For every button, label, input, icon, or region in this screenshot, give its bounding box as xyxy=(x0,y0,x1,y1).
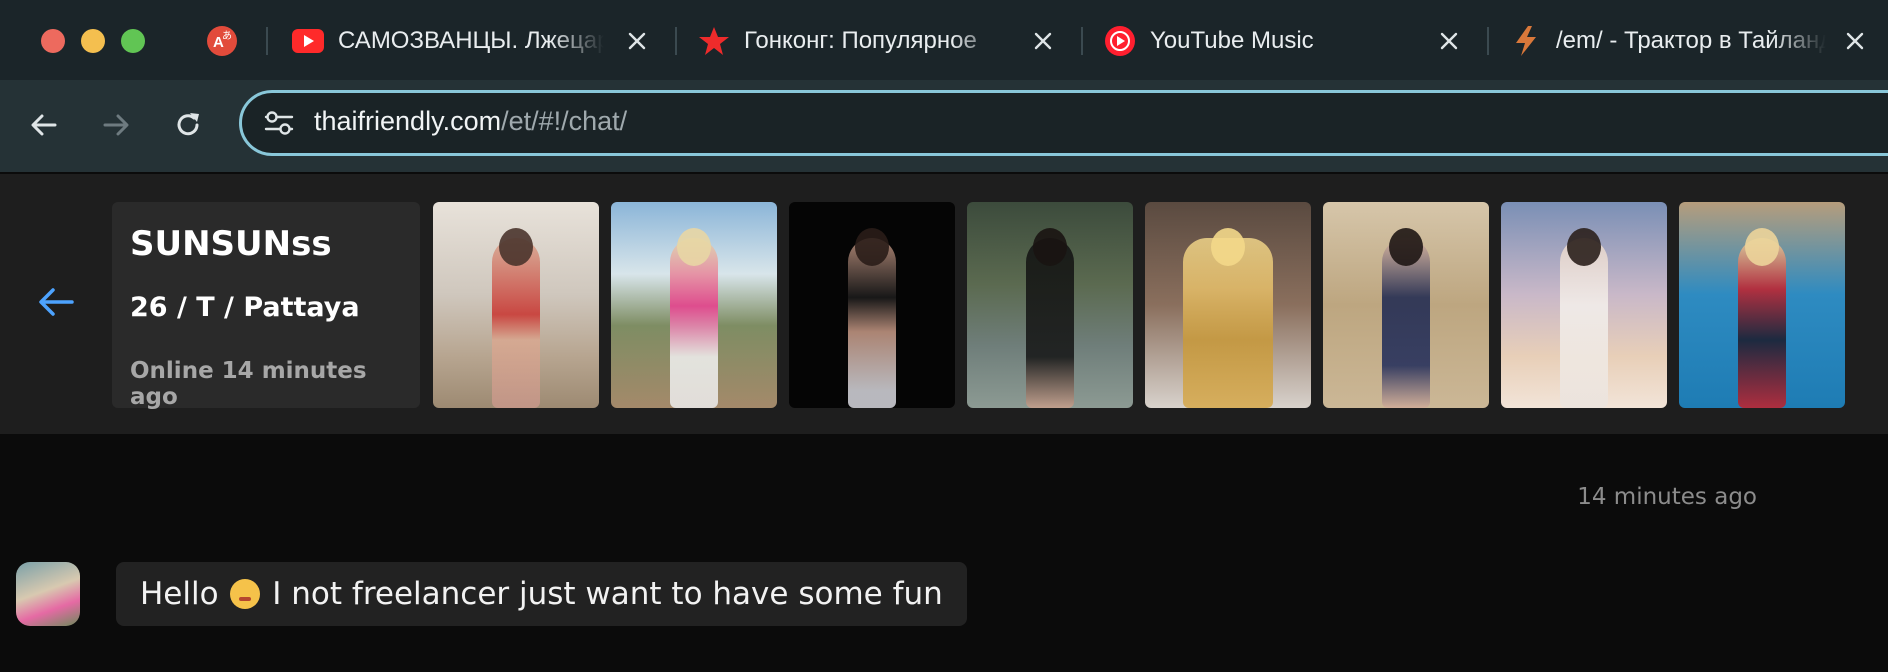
url-host: thaifriendly.com xyxy=(314,106,502,136)
profile-header: SUNSUNss 26 / T / Pattaya Online 14 minu… xyxy=(0,174,1888,434)
tab-youtube-music[interactable]: YouTube Music xyxy=(1104,18,1464,64)
close-tab-icon[interactable] xyxy=(622,26,652,56)
tab-title: YouTube Music xyxy=(1150,27,1314,54)
tab-strip: A あ САМОЗВАНЦЫ. Лжецарь Гонконг: Популяр… xyxy=(0,0,1888,80)
profile-photo[interactable] xyxy=(611,202,777,408)
star-icon xyxy=(698,25,730,57)
url-path: /et/#!/chat/ xyxy=(501,106,628,136)
tab-youtube-video[interactable]: САМОЗВАНЦЫ. Лжецарь xyxy=(292,18,652,64)
online-status: Online 14 minutes ago xyxy=(130,358,367,410)
forward-button[interactable] xyxy=(96,105,136,145)
arrow-right-icon xyxy=(103,114,129,136)
svg-text:あ: あ xyxy=(222,30,232,42)
youtube-music-icon xyxy=(1104,25,1136,57)
close-tab-icon[interactable] xyxy=(1434,26,1464,56)
tab-hongkong[interactable]: Гонконг: Популярное xyxy=(698,18,1058,64)
close-window-button[interactable] xyxy=(41,29,65,53)
profile-name: SUNSUNss xyxy=(130,224,332,264)
translate-icon: A あ xyxy=(206,25,238,57)
tab-em-board[interactable]: /em/ - Трактор в Тайланд xyxy=(1510,18,1870,64)
profile-photo[interactable] xyxy=(1145,202,1311,408)
avatar[interactable] xyxy=(16,562,80,626)
profile-age-gender-city: 26 / T / Pattaya xyxy=(130,292,360,323)
message-text-start: Hello xyxy=(140,576,229,612)
kissing-face-emoji-icon xyxy=(230,579,261,609)
tab-title: САМОЗВАНЦЫ. Лжецарь xyxy=(338,27,604,54)
youtube-icon xyxy=(292,25,324,57)
address-bar[interactable]: thaifriendly.com/et/#!/chat/ xyxy=(239,90,1888,156)
tab-title: /em/ - Трактор в Тайланд xyxy=(1556,27,1826,54)
profile-photo[interactable] xyxy=(967,202,1133,408)
url-text[interactable]: thaifriendly.com/et/#!/chat/ xyxy=(314,106,627,137)
tab-title: Гонконг: Популярное xyxy=(744,27,977,54)
maximize-window-button[interactable] xyxy=(121,29,145,53)
reload-button[interactable] xyxy=(168,105,208,145)
minimize-window-button[interactable] xyxy=(81,29,105,53)
profile-photo[interactable] xyxy=(789,202,955,408)
site-settings-icon[interactable] xyxy=(264,110,294,140)
close-tab-icon[interactable] xyxy=(1840,26,1870,56)
lightning-icon xyxy=(1510,25,1542,57)
chat-area: 14 minutes ago Hello I not freelancer ju… xyxy=(0,434,1888,672)
message-text-end: I not freelancer just want to have some … xyxy=(262,576,943,612)
profile-photo[interactable] xyxy=(1679,202,1845,408)
message-text: Hello I not freelancer just want to have… xyxy=(140,576,943,612)
back-button[interactable] xyxy=(24,105,64,145)
profile-photo[interactable] xyxy=(433,202,599,408)
arrow-left-icon xyxy=(31,114,57,136)
message-bubble: Hello I not freelancer just want to have… xyxy=(116,562,967,626)
tab-pinned-translate[interactable]: A あ xyxy=(206,18,240,64)
back-arrow-icon[interactable] xyxy=(36,282,76,322)
profile-card[interactable]: SUNSUNss 26 / T / Pattaya Online 14 minu… xyxy=(112,202,420,410)
close-tab-icon[interactable] xyxy=(1028,26,1058,56)
message-timestamp: 14 minutes ago xyxy=(1577,484,1757,510)
reload-icon xyxy=(177,113,199,136)
browser-toolbar: thaifriendly.com/et/#!/chat/ xyxy=(0,80,1888,172)
profile-photo[interactable] xyxy=(1501,202,1667,408)
profile-photo[interactable] xyxy=(1323,202,1489,408)
